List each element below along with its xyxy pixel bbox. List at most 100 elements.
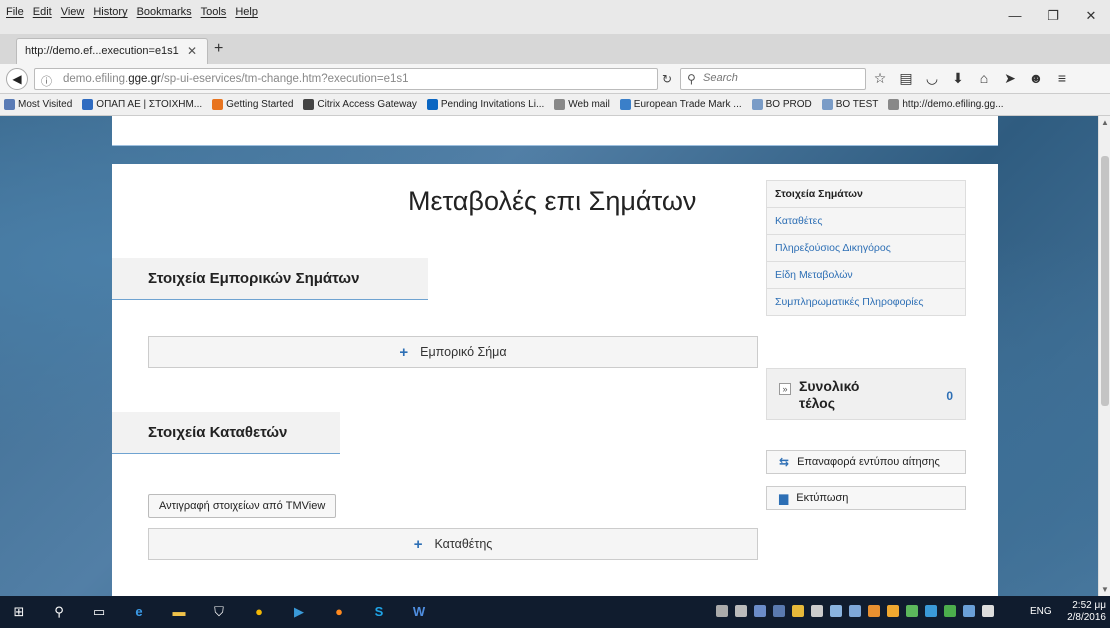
bookmarks-bar: Most Visited ΟΠΑΠ ΑΕ | ΣΤΟΙΧΗΜ... Getting … (0, 94, 1110, 116)
search-box[interactable]: ⚲ (680, 68, 866, 90)
download-icon[interactable]: ⬇ (950, 70, 966, 87)
pocket-icon[interactable]: ◡ (924, 70, 940, 87)
page-scrollbar[interactable]: ▲ ▼ (1098, 116, 1110, 596)
bookmark-item[interactable]: European Trade Mark ... (619, 99, 742, 110)
chrome-icon[interactable]: ● (250, 603, 268, 621)
skype-icon[interactable]: S (370, 603, 388, 621)
bookmark-item[interactable]: Most Visited (4, 99, 72, 110)
chat-icon[interactable]: ☻ (1028, 70, 1044, 87)
bookmark-favicon-icon (426, 99, 438, 110)
reset-form-label: Επαναφορά εντύπου αίτησης (797, 456, 940, 468)
sidenav-item-additional-info[interactable]: Συμπληρωματικές Πληροφορίες (767, 288, 965, 315)
add-applicant-button[interactable]: + Καταθέτης (148, 528, 758, 560)
tray-icon-14[interactable] (963, 605, 975, 617)
reset-icon: ⇆ (779, 455, 790, 469)
search-icon[interactable]: ⚲ (50, 603, 68, 621)
tray-icon-7[interactable] (830, 605, 842, 617)
reset-form-button[interactable]: ⇆ Επαναφορά εντύπου αίτησης (766, 450, 966, 474)
bookmark-item[interactable]: Pending Invitations Li... (426, 99, 544, 110)
bookmark-item[interactable]: ΟΠΑΠ ΑΕ | ΣΤΟΙΧΗΜ... (82, 99, 202, 110)
bookmark-item[interactable]: BO TEST (821, 99, 878, 110)
back-arrow-icon[interactable]: ◀ (6, 68, 28, 90)
sidenav-item-attorney[interactable]: Πληρεξούσιος Δικηγόρος (767, 234, 965, 261)
sidenav-item-trademark-data[interactable]: Στοιχεία Σημάτων (767, 181, 965, 207)
url-prefix: demo.efiling. (63, 73, 129, 85)
menu-bar: File Edit View History Bookmarks Tools H… (0, 0, 1110, 34)
copy-tmview-button[interactable]: Αντιγραφή στοιχείων από TMView (148, 494, 337, 518)
tray-icon-9[interactable] (868, 605, 880, 617)
bookmark-item[interactable]: http://demo.efiling.gg... (888, 99, 1004, 110)
menu-bookmarks[interactable]: Bookmarks (137, 6, 192, 18)
send-icon[interactable]: ➤ (1002, 70, 1018, 87)
taskbar-apps: ⊞ ⚲ ▭ e ▬ ⛉ ● ▶ ● S W (10, 596, 428, 628)
close-tab-icon[interactable]: ✕ (187, 44, 197, 58)
word-icon[interactable]: W (410, 603, 428, 621)
bookmark-item[interactable]: Getting Started (212, 99, 293, 110)
browser-tab[interactable]: http://demo.ef...execution=e1s1 ✕ (16, 38, 208, 64)
scroll-down-icon[interactable]: ▼ (1101, 585, 1109, 594)
bookmark-star-icon[interactable]: ☆ (872, 70, 888, 87)
side-navigation: Στοιχεία Σημάτων Καταθέτες Πληρεξούσιος … (766, 180, 966, 316)
tray-icon-10[interactable] (887, 605, 899, 617)
language-indicator[interactable]: ENG (1030, 606, 1052, 617)
bookmark-favicon-icon (619, 99, 631, 110)
reading-list-icon[interactable]: ▤ (898, 70, 914, 87)
bookmark-item[interactable]: BO PROD (751, 99, 812, 110)
taskbar-clock[interactable]: 2:52 μμ 2/8/2016 (1060, 600, 1106, 624)
tray-icon-1[interactable] (716, 605, 728, 617)
tray-icon-3[interactable] (754, 605, 766, 617)
total-fee-box: » Συνολικό τέλος 0 (766, 368, 966, 420)
scroll-thumb[interactable] (1101, 156, 1109, 406)
tray-icon-13[interactable] (944, 605, 956, 617)
minimize-icon[interactable]: — (996, 8, 1034, 24)
tray-icon-2[interactable] (735, 605, 747, 617)
restore-icon[interactable]: ❐ (1034, 8, 1072, 24)
menu-history[interactable]: History (93, 6, 127, 18)
window-controls: — ❐ ✕ (996, 8, 1110, 24)
notification-icon[interactable] (982, 605, 994, 617)
scroll-up-icon[interactable]: ▲ (1101, 118, 1109, 127)
task-view-icon[interactable]: ▭ (90, 603, 108, 621)
bookmark-favicon-icon (303, 99, 315, 110)
home-icon[interactable]: ⌂ (976, 70, 992, 87)
hamburger-menu-icon[interactable]: ≡ (1054, 70, 1070, 87)
tray-icon-8[interactable] (849, 605, 861, 617)
edge-browser-icon[interactable]: e (130, 603, 148, 621)
file-explorer-icon[interactable]: ▬ (170, 603, 188, 621)
tray-icon-4[interactable] (773, 605, 785, 617)
reload-icon[interactable]: ↻ (662, 72, 672, 86)
bookmark-favicon-icon (821, 99, 833, 110)
section-trademarks-header: Στοιχεία Εμπορικών Σημάτων (112, 258, 428, 300)
tab-title: http://demo.ef...execution=e1s1 (25, 45, 179, 57)
bookmark-label: Getting Started (226, 99, 294, 110)
close-window-icon[interactable]: ✕ (1072, 8, 1110, 24)
volume-icon[interactable] (811, 605, 823, 617)
bookmark-label: Most Visited (18, 99, 73, 110)
media-player-icon[interactable]: ▶ (290, 603, 308, 621)
expand-icon[interactable]: » (779, 383, 791, 395)
menu-view[interactable]: View (61, 6, 85, 18)
add-trademark-button[interactable]: + Εμπορικό Σήμα (148, 336, 758, 368)
print-button[interactable]: ▆ Εκτύπωση (766, 486, 966, 510)
menu-edit[interactable]: Edit (33, 6, 52, 18)
new-tab-icon[interactable]: + (214, 40, 223, 58)
url-bar[interactable]: ⓘ demo.efiling.gge.gr/sp-ui-eservices/tm… (34, 68, 658, 90)
bookmark-favicon-icon (888, 99, 900, 110)
tray-icon-12[interactable] (925, 605, 937, 617)
bookmark-item[interactable]: Web mail (554, 99, 610, 110)
windows-start-icon[interactable]: ⊞ (10, 603, 28, 621)
menu-tools[interactable]: Tools (201, 6, 227, 18)
bookmark-item[interactable]: Citrix Access Gateway (303, 99, 417, 110)
tray-icon-11[interactable] (906, 605, 918, 617)
sidenav-item-applicants[interactable]: Καταθέτες (767, 207, 965, 234)
search-input[interactable] (703, 72, 853, 84)
plus-icon: + (399, 343, 409, 361)
info-icon[interactable]: ⓘ (41, 73, 52, 89)
firefox-icon[interactable]: ● (330, 603, 348, 621)
sidenav-item-change-types[interactable]: Είδη Μεταβολών (767, 261, 965, 288)
menu-file[interactable]: File (6, 6, 24, 18)
store-icon[interactable]: ⛉ (210, 603, 228, 621)
tray-icon-5[interactable] (792, 605, 804, 617)
menu-help[interactable]: Help (235, 6, 258, 18)
bookmark-favicon-icon (751, 99, 763, 110)
